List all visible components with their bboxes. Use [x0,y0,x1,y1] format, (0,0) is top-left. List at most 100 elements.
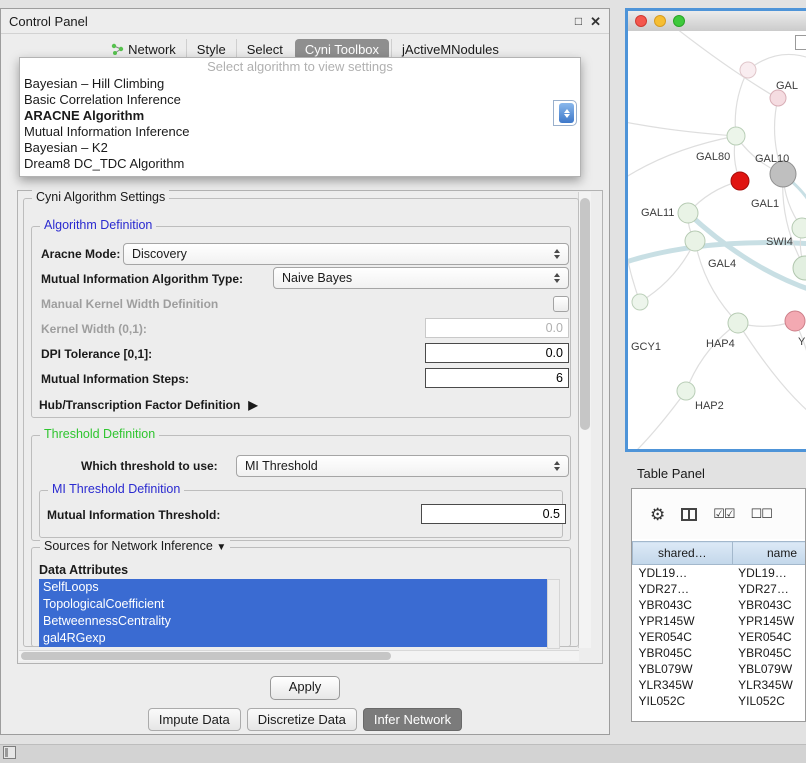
minimize-traffic-light[interactable] [654,15,666,27]
network-edge [688,213,806,291]
unchecked-boxes-icon[interactable]: ☐☐ [751,506,772,522]
checked-boxes-icon[interactable]: ☑☑ [713,506,734,522]
network-node[interactable] [793,256,806,280]
bottom-tab-bar: Impute Data Discretize Data Infer Networ… [1,708,609,731]
network-node[interactable] [770,90,786,106]
network-node[interactable] [727,127,745,145]
vertical-scrollbar[interactable] [578,192,591,648]
dropdown-item[interactable]: Bayesian – K2 [20,140,580,156]
sources-title: Sources for Network Inference [44,539,213,553]
list-item[interactable]: TopologicalCoefficient [39,596,547,613]
dpi-tolerance-input[interactable] [425,343,569,363]
table-row[interactable]: YLR345WYLR345W9. [633,677,806,693]
zoom-traffic-light[interactable] [673,15,685,27]
table-row[interactable]: YPR145WYPR145W9. [633,613,806,629]
network-node[interactable] [632,294,648,310]
network-node-label: HAP2 [695,400,724,412]
mi-steps-label: Mutual Information Steps: [41,372,189,386]
network-node-label: GAL80 [696,151,730,163]
combo-stepper-icon [549,273,568,283]
network-node[interactable] [792,218,806,238]
dropdown-item[interactable]: Dream8 DC_TDC Algorithm [20,156,580,172]
network-node[interactable] [785,311,805,331]
network-node-label: Y [798,336,806,348]
table-cell: YBR043C [732,597,806,613]
which-threshold-value: MI Threshold [245,459,318,473]
collapse-arrow-icon: ▼ [216,542,226,553]
node-attribute-table: shared… name YDL19…YDL19…13YDR27…YDR27…1… [632,541,806,709]
float-window-icon[interactable]: □ [575,15,582,27]
group-title: MI Threshold Definition [48,482,184,496]
manual-kernel-checkbox[interactable] [553,296,569,312]
combo-stepper-icon [549,461,568,471]
dropdown-item-selected[interactable]: ARACNE Algorithm [20,108,580,124]
close-traffic-light[interactable] [635,15,647,27]
kernel-width-input[interactable] [425,318,569,338]
network-node[interactable] [728,313,748,333]
network-node[interactable] [678,203,698,223]
add-column-icon[interactable] [681,508,697,521]
table-row[interactable]: YDR27…YDR27…12 [633,581,806,597]
table-cell: YBL079W [633,661,733,677]
table-row[interactable]: YIL052CYIL052C [633,693,806,709]
close-icon[interactable]: ✕ [590,15,601,28]
table-row[interactable]: YBL079WYBL079W [633,661,806,677]
mi-steps-input[interactable] [425,368,569,388]
list-scrollbar[interactable] [547,579,560,649]
mi-type-label: Mutual Information Algorithm Type: [41,272,243,286]
column-header-name[interactable]: name [732,542,806,565]
list-item[interactable]: SelfLoops [39,579,547,596]
table-row[interactable]: YDL19…YDL19…13 [633,565,806,582]
apply-button[interactable]: Apply [270,676,340,700]
sources-expander[interactable]: Sources for Network Inference ▼ [40,539,230,553]
table-cell: YDL19… [633,565,733,582]
attribute-table-body: YDL19…YDL19…13YDR27…YDR27…12YBR043CYBR04… [633,565,806,710]
scrollbar-thumb[interactable] [580,198,590,430]
network-canvas[interactable]: GALGAL80GAL10GAL11GAL1SWI4GAL4GCY1HAP4YH… [628,31,806,449]
bottom-strip [0,744,806,763]
birdseye-toggle[interactable] [795,35,806,50]
network-edge [738,323,806,413]
tab-impute-data[interactable]: Impute Data [148,708,241,731]
table-panel-window: ⚙ ☑☑ ☐☐ shared… name YDL19…YDL19…13YDR27… [631,488,806,722]
network-node[interactable] [677,382,695,400]
kernel-width-label: Kernel Width (0,1): [41,322,147,336]
manual-kernel-label: Manual Kernel Width Definition [41,297,218,311]
network-node[interactable] [740,62,756,78]
network-tab-icon [111,43,124,55]
list-item[interactable]: BetweennessCentrality [39,613,547,630]
which-threshold-select[interactable]: MI Threshold [236,455,569,477]
table-row[interactable]: YBR043CYBR043C [633,597,806,613]
aracne-mode-select[interactable]: Discovery [123,243,569,265]
tab-discretize-data[interactable]: Discretize Data [247,708,357,731]
control-panel-titlebar: Control Panel □ ✕ [1,9,609,34]
list-item[interactable]: gal4RGexp [39,630,547,647]
scrollbar-thumb[interactable] [21,652,391,660]
network-node-label: GAL11 [641,207,674,219]
network-node[interactable] [731,172,749,190]
data-attributes-list: SelfLoops TopologicalCoefficient Between… [39,579,547,647]
dropdown-item[interactable]: Mutual Information Inference [20,124,580,140]
table-row[interactable]: YER054CYER054C8. [633,629,806,645]
table-row[interactable]: YBR045CYBR045C9. [633,645,806,661]
table-cell: YDR27… [633,581,733,597]
dropdown-item[interactable]: Bayesian – Hill Climbing [20,76,580,92]
network-edge [748,54,806,70]
dropdown-item[interactable]: Basic Correlation Inference [20,92,580,108]
horizontal-scrollbar[interactable] [19,650,579,661]
network-node[interactable] [685,231,705,251]
tab-infer-network[interactable]: Infer Network [363,708,462,731]
algorithm-select-fragment[interactable] [553,100,577,126]
network-edge [628,121,736,136]
mi-threshold-input[interactable] [421,504,566,524]
table-cell: YDR27… [732,581,806,597]
collapsed-panel-icon[interactable] [3,746,16,759]
table-cell: YLR345W [633,677,733,693]
table-cell: YER054C [633,629,733,645]
hub-definition-expander[interactable]: Hub/Transcription Factor Definition ▶ [39,398,258,412]
mi-algorithm-type-select[interactable]: Naive Bayes [273,267,569,289]
table-cell: YBR043C [633,597,733,613]
table-cell: YIL052C [633,693,733,709]
gear-icon[interactable]: ⚙ [650,506,665,523]
column-header-shared[interactable]: shared… [633,542,733,565]
